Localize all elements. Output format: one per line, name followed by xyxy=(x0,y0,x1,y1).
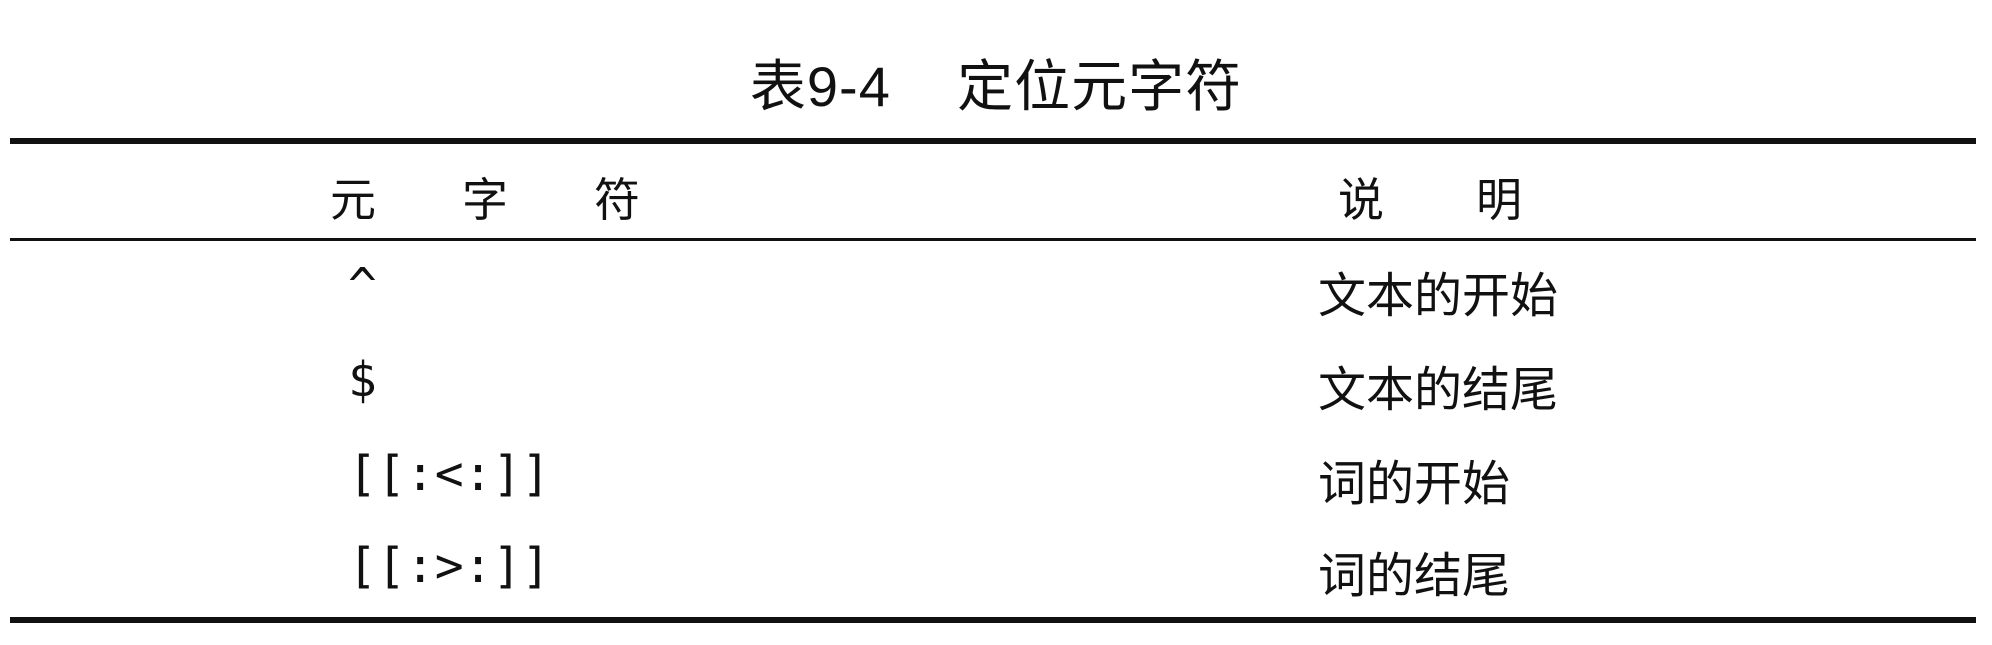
metachar-cell: $ xyxy=(348,352,377,408)
metachar-cell: [[:>:]] xyxy=(348,538,551,594)
column-header-description: 说 明 xyxy=(1338,173,1522,227)
table-top-rule xyxy=(10,138,1976,144)
description-cell: 文本的结尾 xyxy=(1318,362,1559,418)
description-cell: 词的结尾 xyxy=(1318,548,1511,604)
table-caption: 表9-4 定位元字符 xyxy=(749,55,1243,118)
column-header-metachar: 元 字 符 xyxy=(330,173,660,227)
metachar-cell: [[:<:]] xyxy=(348,446,551,502)
table-row: $ 文本的结尾 xyxy=(0,342,1992,434)
table-bottom-rule xyxy=(10,617,1976,623)
description-cell: 文本的开始 xyxy=(1318,268,1559,324)
table-row: [[:<:]] 词的开始 xyxy=(0,436,1992,528)
table-row: [[:>:]] 词的结尾 xyxy=(0,528,1992,620)
metachar-cell: ^ xyxy=(348,258,377,314)
table-row: ^ 文本的开始 xyxy=(0,248,1992,340)
table-header-rule xyxy=(10,238,1976,241)
description-cell: 词的开始 xyxy=(1318,456,1511,512)
